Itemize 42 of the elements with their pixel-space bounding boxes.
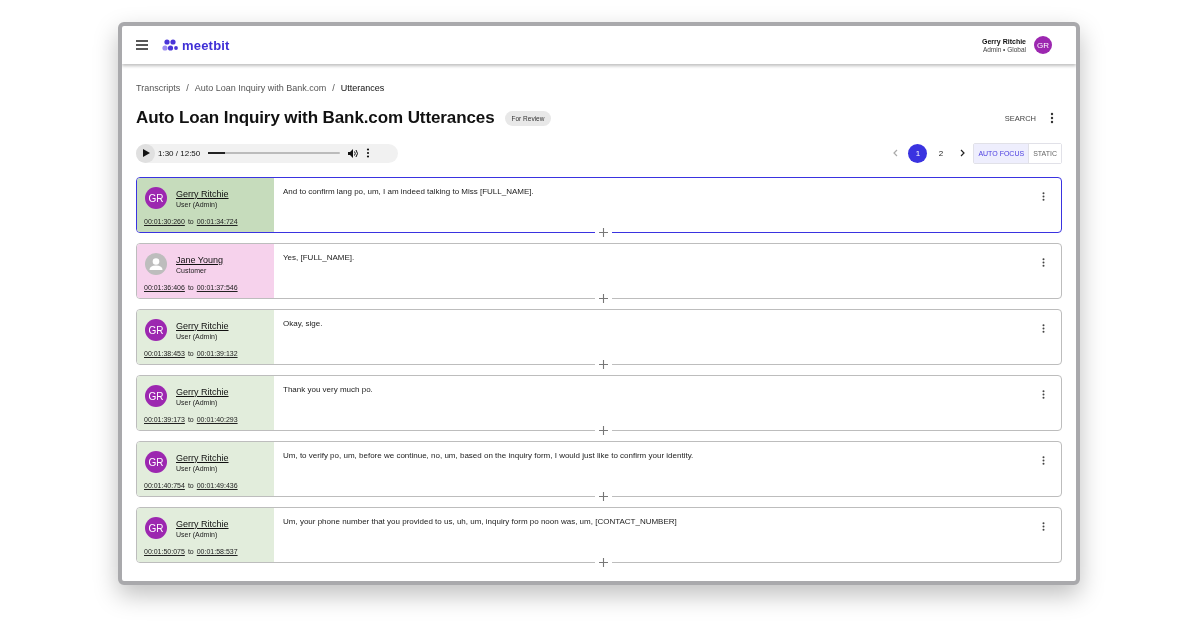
speaker-avatar: GR: [145, 187, 167, 209]
page-title: Auto Loan Inquiry with Bank.com Utterances: [136, 108, 495, 128]
speaker-name[interactable]: Gerry Ritchie: [176, 452, 229, 463]
person-avatar-icon: [145, 253, 167, 275]
more-icon[interactable]: [1042, 192, 1045, 201]
next-page-icon[interactable]: [960, 149, 966, 157]
user-avatar[interactable]: GR: [1034, 36, 1052, 54]
more-icon[interactable]: [1050, 112, 1054, 124]
more-icon[interactable]: [366, 148, 371, 158]
playback-time: 1:30 / 12:50: [158, 148, 201, 158]
app-logo[interactable]: meetbit: [182, 37, 230, 53]
breadcrumb-link[interactable]: Transcripts: [136, 83, 181, 93]
play-icon: [142, 149, 150, 157]
more-icon[interactable]: [1042, 258, 1045, 267]
play-button[interactable]: [136, 143, 155, 163]
volume-icon[interactable]: [348, 148, 359, 158]
utterance-text: Okay, sige.: [283, 319, 323, 328]
speaker-name[interactable]: Gerry Ritchie: [176, 386, 229, 397]
breadcrumb-separator: /: [332, 83, 335, 93]
speaker-name[interactable]: Jane Young: [176, 254, 224, 265]
utterance-text: Um, to verify po, um, before we continue, no, um, based on the inquiry form, I would just like to confirm your identity.: [283, 451, 694, 460]
menu-icon[interactable]: [136, 40, 148, 50]
more-icon[interactable]: [1042, 324, 1045, 333]
breadcrumb-link[interactable]: Auto Loan Inquiry with Bank.com: [194, 83, 327, 93]
speaker-avatar: GR: [145, 451, 167, 473]
utterance-text: Thank you very much po.: [283, 385, 373, 394]
speaker-name[interactable]: Gerry Ritchie: [176, 188, 229, 199]
logo-icon: [162, 39, 178, 51]
speaker-name[interactable]: Gerry Ritchie: [176, 320, 229, 331]
more-icon[interactable]: [1042, 456, 1045, 465]
utterance-text: And to confirm lang po, um, I am indeed talking to Miss [FULL_NAME].: [283, 187, 534, 196]
speaker-name[interactable]: Gerry Ritchie: [176, 518, 229, 529]
utterance-text: Um, your phone number that you provided to us, uh, um, inquiry form po noon was, um, [CONTACT_NUMBER]: [283, 517, 677, 526]
utterance-text: Yes, [FULL_NAME].: [283, 253, 355, 262]
speaker-avatar: GR: [145, 319, 167, 341]
breadcrumb-separator: /: [186, 83, 189, 93]
page-button[interactable]: 1: [908, 143, 928, 163]
speaker-avatar: GR: [145, 517, 167, 539]
more-icon[interactable]: [1042, 522, 1045, 531]
page-button[interactable]: 2: [931, 143, 951, 163]
more-icon[interactable]: [1042, 390, 1045, 399]
speaker-avatar: GR: [145, 385, 167, 407]
